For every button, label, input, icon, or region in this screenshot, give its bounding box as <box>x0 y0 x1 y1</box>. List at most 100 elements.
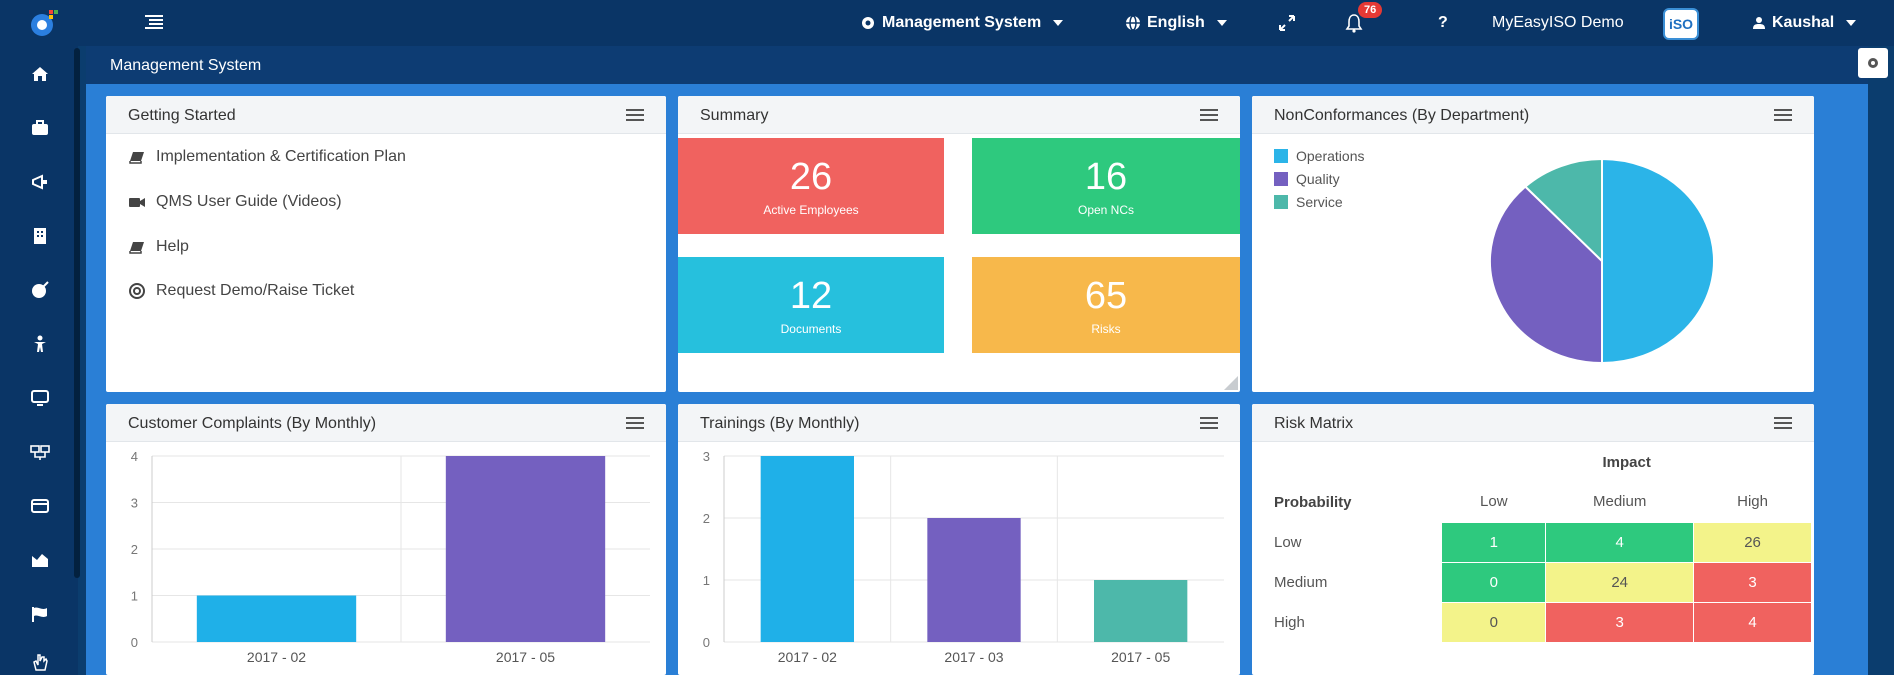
menu-toggle-icon[interactable] <box>145 15 163 29</box>
resize-handle-icon[interactable] <box>1224 376 1238 390</box>
page-header: Management System <box>86 46 1868 84</box>
panel-header: Trainings (By Monthly) <box>678 404 1240 442</box>
pie-slice-operations[interactable] <box>1601 157 1715 365</box>
getting-started-panel: Getting Started Implementation & Certifi… <box>106 96 666 392</box>
probability-header: Probability <box>1274 493 1352 511</box>
panel-menu-icon[interactable] <box>1774 417 1792 429</box>
briefcase-icon[interactable] <box>30 118 50 138</box>
company-avatar[interactable]: iSO <box>1663 8 1699 40</box>
sidebar <box>0 46 80 675</box>
legend-label: Operations <box>1296 148 1365 164</box>
sidebar-scrollbar[interactable] <box>74 48 80 578</box>
panel-menu-icon[interactable] <box>1200 417 1218 429</box>
risk-cell[interactable]: 3 <box>1693 561 1812 603</box>
risk-cell[interactable]: 0 <box>1441 601 1547 643</box>
target-icon[interactable] <box>30 280 50 300</box>
request-demo-link[interactable]: Request Demo/Raise Ticket <box>128 282 354 300</box>
network-icon[interactable] <box>30 442 50 462</box>
user-menu[interactable]: Kaushal <box>1752 0 1857 46</box>
risk-matrix-panel: Risk Matrix Impact Probability Low Mediu… <box>1252 404 1814 675</box>
x-tick-label: 2017 - 03 <box>944 649 1003 665</box>
documents-tile[interactable]: 12 Documents <box>678 257 944 353</box>
link-label: Implementation & Certification Plan <box>156 148 406 165</box>
link-label: Help <box>156 238 189 255</box>
tile-value: 12 <box>789 275 833 317</box>
panel-menu-icon[interactable] <box>626 417 644 429</box>
panel-title: Risk Matrix <box>1274 415 1354 432</box>
megaphone-icon[interactable] <box>30 172 50 192</box>
help-link[interactable]: Help <box>128 238 189 256</box>
risk-cell[interactable]: 1 <box>1441 521 1547 563</box>
risk-cell[interactable]: 24 <box>1545 561 1695 603</box>
flag-icon[interactable] <box>30 604 50 624</box>
probability-low-label: Low <box>1274 533 1302 551</box>
nonconformance-pie-chart <box>1489 157 1715 365</box>
risk-cell[interactable]: 0 <box>1441 561 1547 603</box>
person-icon[interactable] <box>30 334 50 354</box>
panel-menu-icon[interactable] <box>626 109 644 121</box>
notification-count-badge: 76 <box>1358 2 1383 18</box>
panel-menu-icon[interactable] <box>1774 109 1792 121</box>
help-button[interactable]: ? <box>1438 0 1448 46</box>
home-icon[interactable] <box>30 64 50 84</box>
legend-item[interactable]: Operations <box>1274 148 1364 164</box>
credit-card-icon[interactable] <box>30 496 50 516</box>
app-logo-icon[interactable] <box>26 8 58 38</box>
tile-label: Active Employees <box>763 203 859 217</box>
settings-button[interactable] <box>1858 48 1888 78</box>
building-icon[interactable] <box>30 226 50 246</box>
risks-tile[interactable]: 65 Risks <box>972 257 1240 353</box>
user-menu-label: Kaushal <box>1772 14 1835 31</box>
impact-header: Impact <box>1602 453 1651 471</box>
bar[interactable] <box>196 595 357 643</box>
account-name-label: MyEasyISO Demo <box>1492 14 1624 31</box>
y-tick-label: 0 <box>131 635 138 650</box>
legend-item[interactable]: Quality <box>1274 171 1340 187</box>
link-label: Request Demo/Raise Ticket <box>156 282 355 299</box>
implementation-plan-link[interactable]: Implementation & Certification Plan <box>128 148 406 166</box>
hand-icon[interactable] <box>30 652 50 672</box>
account-name[interactable]: MyEasyISO Demo <box>1492 0 1624 46</box>
summary-panel: Summary 26 Active Employees 16 Open NCs … <box>678 96 1240 392</box>
fullscreen-button[interactable] <box>1278 0 1296 46</box>
legend-label: Quality <box>1296 171 1340 187</box>
panel-header: Getting Started <box>106 96 666 134</box>
complaints-bar-chart: 0 1 2 3 4 2017 - 02 2017 - 05 <box>131 449 650 665</box>
risk-cell[interactable]: 3 <box>1545 601 1695 643</box>
active-employees-tile[interactable]: 26 Active Employees <box>678 138 944 234</box>
panel-title: Customer Complaints (By Monthly) <box>128 415 377 432</box>
legend-swatch <box>1274 149 1288 163</box>
panel-header: NonConformances (By Department) <box>1252 96 1814 134</box>
y-tick-label: 4 <box>131 449 138 464</box>
risk-cell[interactable]: 4 <box>1545 521 1695 563</box>
open-ncs-tile[interactable]: 16 Open NCs <box>972 138 1240 234</box>
panel-menu-icon[interactable] <box>1200 109 1218 121</box>
bar[interactable] <box>445 456 606 642</box>
probability-medium-label: Medium <box>1274 573 1328 591</box>
management-system-menu[interactable]: Management System <box>860 0 1064 46</box>
tile-label: Documents <box>780 322 842 336</box>
y-tick-label: 2 <box>703 511 710 526</box>
area-chart-icon[interactable] <box>30 550 50 570</box>
legend-item[interactable]: Service <box>1274 194 1343 210</box>
legend-swatch <box>1274 172 1288 186</box>
bar[interactable] <box>1094 580 1188 642</box>
trainings-panel: Trainings (By Monthly) 0 1 2 3 2017 - 02 2017… <box>678 404 1240 675</box>
bar[interactable] <box>760 456 854 642</box>
customer-complaints-panel: Customer Complaints (By Monthly) 0 1 2 3 4 20… <box>106 404 666 675</box>
y-tick-label: 1 <box>131 589 138 604</box>
lifebuoy-icon <box>129 283 145 299</box>
dashboard-content: Getting Started Implementation & Certifi… <box>86 84 1868 675</box>
monitor-icon[interactable] <box>30 388 50 408</box>
bar[interactable] <box>927 518 1021 642</box>
panel-header: Summary <box>678 96 1240 134</box>
risk-cell[interactable]: 26 <box>1693 521 1812 563</box>
user-icon <box>1753 17 1765 29</box>
help-icon: ? <box>1438 14 1448 31</box>
y-tick-label: 1 <box>703 573 710 588</box>
user-guide-link[interactable]: QMS User Guide (Videos) <box>128 193 342 211</box>
gear-icon <box>862 17 874 29</box>
language-menu[interactable]: English <box>1125 0 1227 46</box>
risk-matrix-table: Impact Probability Low Medium High Low 1… <box>1252 442 1812 643</box>
risk-cell[interactable]: 4 <box>1693 601 1812 643</box>
